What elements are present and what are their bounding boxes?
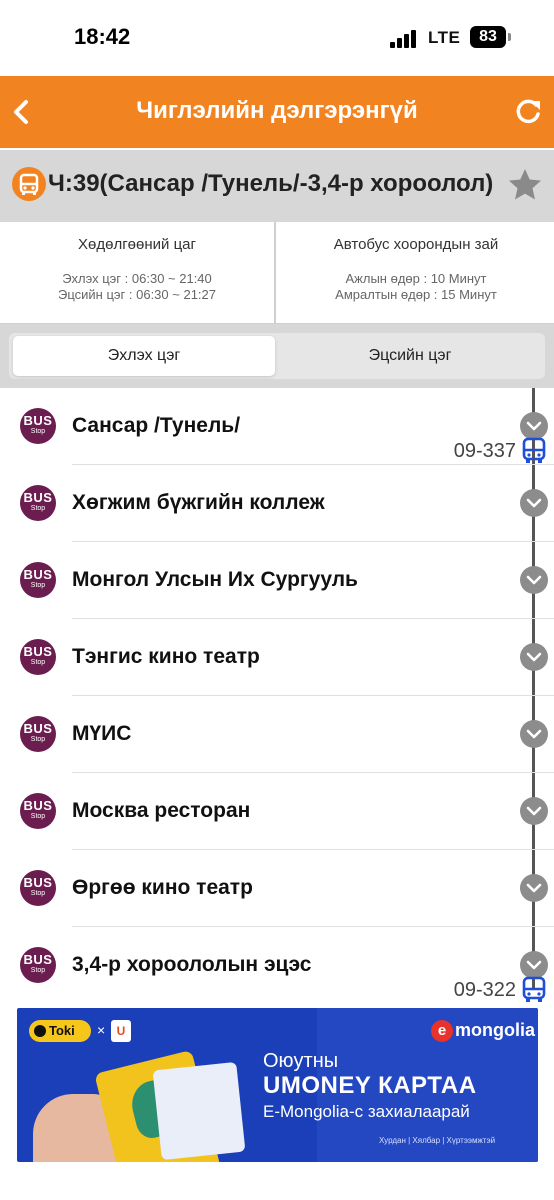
emongolia-icon: e (431, 1020, 453, 1042)
live-bus-icon[interactable] (522, 437, 546, 465)
bus-stop-logo-line1: BUS (23, 413, 53, 428)
stop-name: 3,4-р хороололын эцэс (72, 953, 312, 976)
bus-interval-title: Автобус хоорондын зай (333, 236, 499, 253)
bus-stop-logo-icon: BUS Stop (20, 716, 56, 752)
bus-icon (12, 167, 46, 201)
chevron-down-icon[interactable] (520, 720, 548, 748)
bus-stop-logo-line2: Stop (30, 505, 46, 512)
refresh-icon (516, 99, 540, 124)
bus-stop-logo-icon: BUS Stop (20, 870, 56, 906)
battery-tip (508, 33, 511, 41)
route-title: Ч:39(Сансар /Тунель/-3,4-р хороолол) (48, 170, 494, 197)
bus-stop-logo-icon: BUS Stop (20, 408, 56, 444)
bus-stop-logo-icon: BUS Stop (20, 639, 56, 675)
bus-stop-logo-line2: Stop (30, 890, 46, 897)
bus-stop-logo-line2: Stop (30, 967, 46, 974)
stop-name: Хөгжим бүжгийн коллеж (72, 491, 325, 514)
stop-name: Монгол Улсын Их Сургууль (72, 568, 358, 591)
live-bus-icon[interactable] (522, 976, 546, 1004)
operating-hours: Хөдөлгөөний цаг Эхлэх цэг : 06:30 ~ 21:4… (0, 222, 276, 324)
status-time: 18:42 (74, 24, 131, 49)
status-bar: 18:42 LTE 83 (0, 0, 554, 76)
bus-stop-logo-line2: Stop (30, 813, 46, 820)
chevron-down-icon[interactable] (520, 566, 548, 594)
bus-stop-logo-line1: BUS (23, 644, 53, 659)
bus-stop-logo-icon: BUS Stop (20, 485, 56, 521)
operating-hours-title: Хөдөлгөөний цаг (78, 236, 196, 253)
start-hours: Эхлэх цэг : 06:30 ~ 21:40 (62, 271, 212, 286)
bus-plate-number: 09-337 (453, 440, 516, 462)
emongolia-text: mongolia (455, 1020, 535, 1040)
stop-row[interactable]: BUS Stop Сансар /Тунель/09-337 (0, 388, 554, 465)
ad-line-2: UMONEY КАРТАА (263, 1072, 477, 1099)
chevron-down-icon[interactable] (520, 643, 548, 671)
bus-stop-logo-icon: BUS Stop (20, 947, 56, 983)
toki-label: Toki (49, 1023, 75, 1038)
stop-name: МҮИС (72, 722, 132, 745)
tab-end[interactable]: Эцсийн цэг (279, 336, 541, 376)
page-title: Чиглэлийн дэлгэрэнгүй (136, 97, 418, 124)
ad-times: × (97, 1022, 106, 1038)
bus-stop-logo-line1: BUS (23, 875, 53, 890)
bus-stop-logo-line1: BUS (23, 567, 53, 582)
bus-interval: Автобус хоорондын зай Ажлын өдөр : 10 Ми… (278, 222, 554, 324)
chevron-down-icon[interactable] (520, 797, 548, 825)
stop-row[interactable]: BUS Stop Москва ресторан (0, 773, 554, 850)
stop-row[interactable]: BUS Stop МҮИС (0, 696, 554, 773)
app-header: Чиглэлийн дэлгэрэнгүй (0, 76, 554, 148)
bus-stop-logo-line1: BUS (23, 490, 53, 505)
chevron-down-icon[interactable] (520, 951, 548, 979)
schedule-info: Хөдөлгөөний цаг Эхлэх цэг : 06:30 ~ 21:4… (0, 222, 554, 324)
bus-stop-logo-line1: BUS (23, 952, 53, 967)
stop-row[interactable]: BUS Stop Монгол Улсын Их Сургууль (0, 542, 554, 619)
stop-row[interactable]: BUS Stop Хөгжим бүжгийн коллеж (0, 465, 554, 542)
signal-icon (390, 28, 420, 48)
bus-stop-logo-line2: Stop (30, 659, 46, 666)
tab-start[interactable]: Эхлэх цэг (13, 336, 275, 376)
chevron-down-icon[interactable] (520, 412, 548, 440)
battery-icon: 83 (470, 26, 506, 48)
stop-row[interactable]: BUS Stop Өргөө кино театр (0, 850, 554, 927)
bus-stop-logo-line2: Stop (30, 428, 46, 435)
ad-line-1: Оюутны (263, 1050, 339, 1072)
route-bar: Ч:39(Сансар /Тунель/-3,4-р хороолол) (0, 150, 554, 222)
weekend-interval: Амралтын өдөр : 15 Минут (335, 287, 497, 302)
stop-row[interactable]: BUS Stop 3,4-р хороололын эцэс 09-322 (0, 927, 554, 1004)
network-label: LTE (428, 28, 461, 47)
bus-stop-logo-line1: BUS (23, 798, 53, 813)
bus-stop-logo-icon: BUS Stop (20, 562, 56, 598)
bus-stop-logo-line2: Stop (30, 582, 46, 589)
bus-stop-logo-line2: Stop (30, 736, 46, 743)
ad-banner[interactable]: Toki × U e mongolia Оюутны UMONEY КАРТАА… (17, 1008, 538, 1162)
ad-line-3: E-Mongolia-с захиалаарай (263, 1102, 470, 1121)
chevron-down-icon[interactable] (520, 874, 548, 902)
umoney-logo: U (111, 1020, 131, 1042)
stop-name: Өргөө кино театр (72, 876, 253, 899)
bus-plate-number: 09-322 (453, 979, 516, 1001)
stop-row[interactable]: BUS Stop Тэнгис кино театр (0, 619, 554, 696)
stop-list: BUS Stop Сансар /Тунель/09-337 BUS Stop Хөгжи… (0, 388, 554, 1006)
segmented-control: Эхлэх цэг Эцсийн цэг (9, 333, 545, 379)
end-hours: Эцсийн цэг : 06:30 ~ 21:27 (58, 287, 216, 302)
toki-icon (34, 1025, 46, 1037)
bus-stop-logo-line1: BUS (23, 721, 53, 736)
refresh-button[interactable] (512, 96, 544, 128)
stop-name: Сансар /Тунель/ (72, 414, 241, 437)
bus-stop-logo-icon: BUS Stop (20, 793, 56, 829)
toki-logo: Toki (29, 1020, 91, 1042)
favorite-star-icon[interactable] (506, 166, 544, 204)
stop-name: Тэнгис кино театр (72, 645, 260, 668)
stop-name: Москва ресторан (72, 799, 251, 822)
weekday-interval: Ажлын өдөр : 10 Минут (345, 271, 487, 286)
direction-tabs: Эхлэх цэг Эцсийн цэг (0, 324, 554, 388)
ticket-illustration (152, 1061, 246, 1161)
ad-footer: Хурдан | Хялбар | Хүртээмжтэй (379, 1136, 496, 1145)
chevron-down-icon[interactable] (520, 489, 548, 517)
